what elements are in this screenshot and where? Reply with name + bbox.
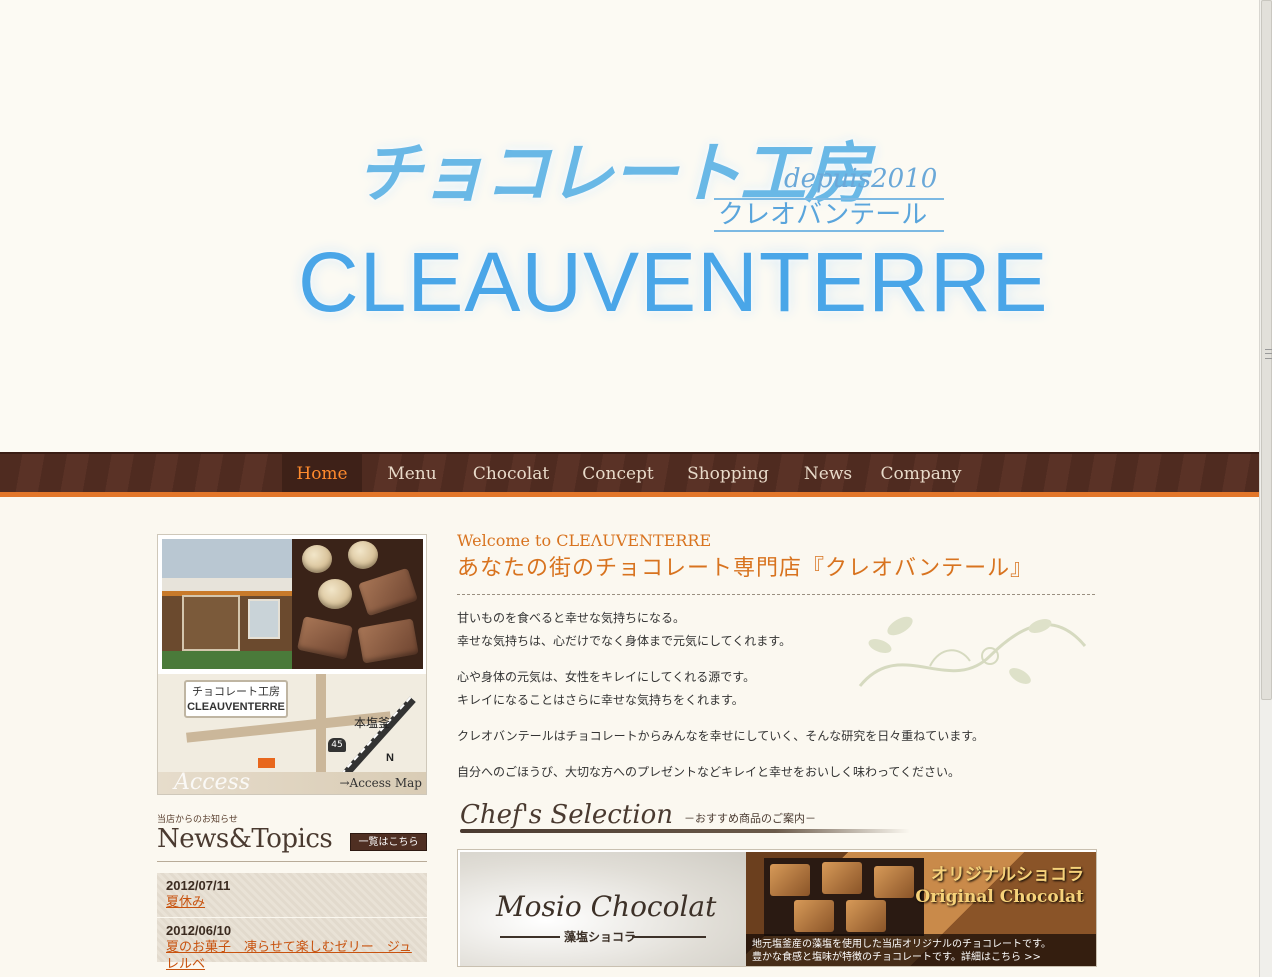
- intro-line: キレイになることはさらに幸せな気持ちをくれます。: [457, 693, 744, 707]
- nav-company[interactable]: Company: [874, 454, 968, 494]
- logo-depuis: depuis2010: [784, 164, 938, 194]
- logo-roman: CLEAUVENTERRE: [298, 235, 1049, 329]
- nav-concept[interactable]: Concept: [574, 454, 662, 494]
- bonbon: [874, 866, 914, 898]
- site-logo[interactable]: チョコレート工房 depuis2010 クレオバンテール CLEAUVENTER…: [290, 112, 1048, 329]
- news-link[interactable]: 夏休み: [166, 894, 418, 911]
- chef-selection-title: Chef's Selection: [460, 800, 674, 830]
- news-link[interactable]: 夏のお菓子 凍らせて楽しむゼリー ジュレルベ: [166, 939, 418, 973]
- nav-shopping[interactable]: Shopping: [680, 454, 776, 494]
- nav-home[interactable]: Home: [282, 454, 362, 494]
- news-item: 2012/07/11 夏休み: [157, 873, 427, 918]
- intro-line: 心や身体の元気は、女性をキレイにしてくれる源です。: [457, 670, 756, 684]
- bonbon: [846, 900, 886, 932]
- chef-selection-subtitle: －おすすめ商品のご案内－: [684, 812, 816, 825]
- caption-link[interactable]: 豊かな食感と塩味が特徴のチョコレートです。詳細はこちら >>: [752, 951, 1090, 964]
- tagline: あなたの街のチョコレート専門店『クレオバンテール』: [457, 556, 1034, 581]
- original-chocolat-panel[interactable]: オリジナルショコラ Original Chocolat 地元塩釜産の藻塩を使用し…: [746, 852, 1096, 966]
- intro-paragraph: 心や身体の元気は、女性をキレイにしてくれる源です。 キレイになることはさらに幸せ…: [457, 666, 755, 712]
- intro-paragraph: クレオバンテールはチョコレートからみんなを幸せにしていく、そんな研究を日々重ねて…: [457, 725, 984, 748]
- chocolate-photo: [292, 539, 423, 669]
- shop-photo: [162, 539, 292, 669]
- news-all-button[interactable]: 一覧はこちら: [350, 833, 427, 851]
- bonbon: [794, 900, 834, 932]
- news-list: 2012/07/11 夏休み 2012/06/10 夏のお菓子 凍らせて楽しむゼ…: [157, 873, 427, 972]
- scrollbar-grip-icon: [1265, 349, 1272, 359]
- scrollbar-thumb[interactable]: [1261, 0, 1272, 700]
- access-panel[interactable]: チョコレート工房 CLEAUVENTERRE 本塩釜 45 N Access →…: [157, 534, 427, 795]
- product-banner[interactable]: Mosio Chocolat 藻塩ショコラ オリジナルショコラ Original…: [457, 849, 1097, 967]
- access-script: Access: [174, 770, 251, 795]
- access-map[interactable]: チョコレート工房 CLEAUVENTERRE 本塩釜 45 N Access →…: [158, 674, 426, 795]
- main-nav: Home Menu Chocolat Concept Shopping News…: [0, 452, 1259, 497]
- bonbon: [770, 864, 810, 896]
- map-road: [316, 674, 326, 778]
- intro-line: 自分へのごほうび、大切な方へのプレゼントなどキレイと幸せをおいしく味わってくださ…: [457, 765, 961, 779]
- vine-ornament-icon: [858, 616, 1087, 687]
- mosio-chocolat-panel[interactable]: Mosio Chocolat 藻塩ショコラ: [460, 852, 746, 966]
- shop-door: [182, 595, 240, 651]
- nav-menu[interactable]: Menu: [372, 454, 452, 494]
- site-header: チョコレート工房 depuis2010 クレオバンテール CLEAUVENTER…: [0, 0, 1259, 452]
- brush-divider: [460, 829, 910, 833]
- divider: [457, 594, 1095, 595]
- intro-paragraph: 自分へのごほうび、大切な方へのプレゼントなどキレイと幸せをおいしく味わってくださ…: [457, 761, 960, 784]
- caption-line: 地元塩釜産の藻塩を使用した当店オリジナルのチョコレートです。: [752, 939, 1051, 950]
- news-title: News&Topics: [157, 824, 333, 854]
- shop-window: [248, 599, 280, 639]
- map-railway: [340, 696, 416, 780]
- map-station: 本塩釜: [354, 716, 391, 730]
- shop-marker-icon: [258, 758, 275, 768]
- nav-chocolat[interactable]: Chocolat: [466, 454, 556, 494]
- bonbon: [822, 862, 862, 894]
- chocolate-piece: [302, 545, 332, 573]
- route-sign: 45: [328, 738, 346, 752]
- logo-katakana: クレオバンテール: [714, 198, 944, 232]
- original-title-en: Original Chocolat: [915, 887, 1084, 907]
- mosio-script: Mosio Chocolat: [496, 890, 717, 923]
- chocolate-piece: [318, 579, 352, 609]
- news-date: 2012/07/11: [166, 878, 231, 893]
- news-item: 2012/06/10 夏のお菓子 凍らせて楽しむゼリー ジュレルベ: [157, 918, 427, 972]
- intro-line: クレオバンテールはチョコレートからみんなを幸せにしていく、そんな研究を日々重ねて…: [457, 729, 985, 743]
- north-arrow-icon: N: [386, 752, 394, 764]
- map-label-jp: チョコレート工房: [192, 685, 280, 698]
- intro-line: 甘いものを食べると幸せな気持ちになる。: [457, 611, 686, 625]
- chocolate-piece: [357, 618, 419, 664]
- welcome-heading: Welcome to CLEΛUVENTERRE: [457, 531, 712, 550]
- chocolate-piece: [358, 567, 418, 617]
- original-chocolat-title: オリジナルショコラ Original Chocolat: [915, 864, 1084, 908]
- access-map-link[interactable]: →Access Map: [339, 776, 422, 790]
- intro-paragraph: 甘いものを食べると幸せな気持ちになる。 幸せな気持ちは、心だけでなく身体まで元気…: [457, 607, 791, 653]
- news-header: 当店からのお知らせ News&Topics 一覧はこちら: [157, 812, 427, 862]
- decor-line: [632, 936, 706, 938]
- map-shop-label: チョコレート工房 CLEAUVENTERRE: [184, 680, 288, 718]
- original-title-jp: オリジナルショコラ: [931, 865, 1084, 885]
- intro-line: 幸せな気持ちは、心だけでなく身体まで元気にしてくれます。: [457, 634, 792, 648]
- decor-line: [500, 936, 560, 938]
- chocolate-piece: [297, 616, 353, 660]
- news-date: 2012/06/10: [166, 923, 232, 938]
- original-caption: 地元塩釜産の藻塩を使用した当店オリジナルのチョコレートです。 豊かな食感と塩味が…: [746, 934, 1096, 966]
- mosio-jp: 藻塩ショコラ: [564, 930, 637, 944]
- nav-news[interactable]: News: [796, 454, 860, 494]
- access-footer: Access →Access Map: [158, 770, 426, 795]
- map-label-en: CLEAUVENTERRE: [187, 701, 285, 713]
- vertical-scrollbar[interactable]: [1259, 0, 1272, 977]
- chocolate-piece: [348, 541, 378, 569]
- chocolate-box: [764, 858, 924, 936]
